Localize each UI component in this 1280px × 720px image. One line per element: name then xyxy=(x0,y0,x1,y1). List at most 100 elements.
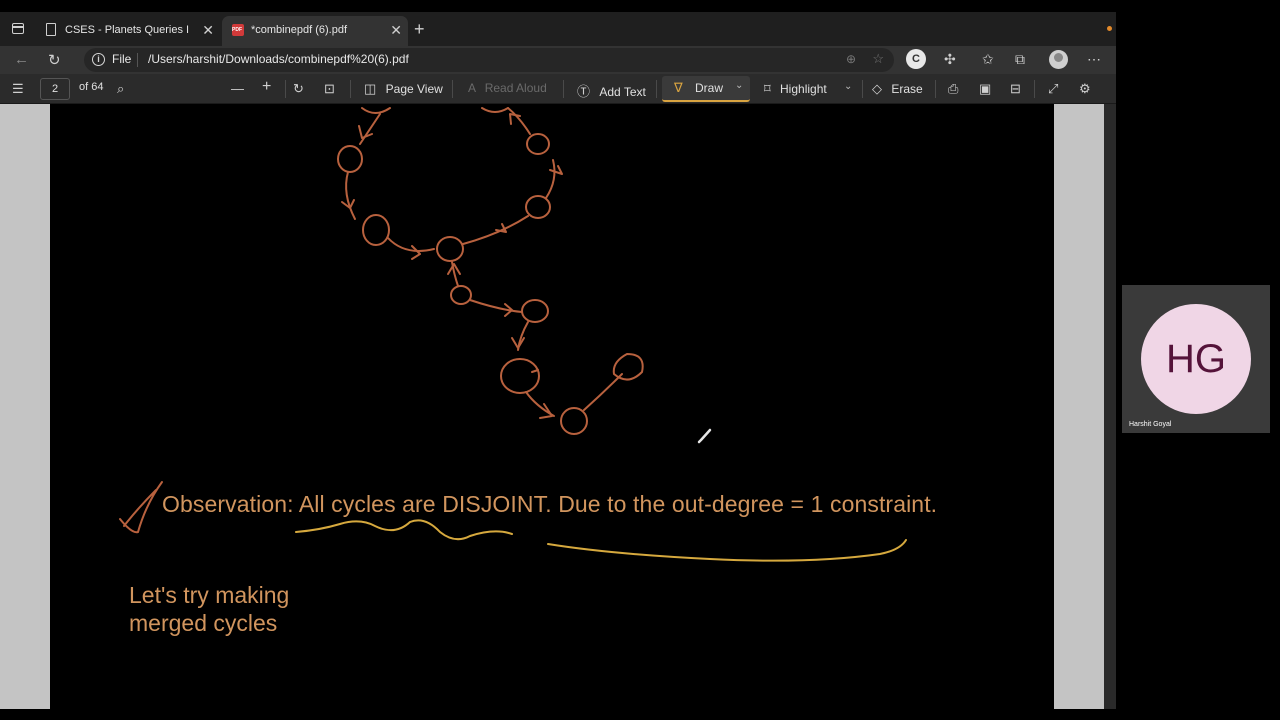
check-mark-icon xyxy=(119,481,163,534)
add-text-icon: Ⓣ xyxy=(577,84,591,99)
more-menu-icon[interactable]: ⋯ xyxy=(1087,51,1101,68)
save-as-icon[interactable]: ⊟ xyxy=(1010,81,1021,97)
divider xyxy=(452,80,453,98)
ink-node xyxy=(362,214,390,246)
close-tab-icon[interactable]: ✕ xyxy=(202,22,214,39)
close-tab-icon[interactable]: ✕ xyxy=(390,22,402,39)
url-box[interactable]: i File /Users/harshit/Downloads/combinep… xyxy=(84,48,894,72)
divider xyxy=(285,80,286,98)
divider xyxy=(1034,80,1035,98)
scheme-label: File xyxy=(112,52,132,66)
extensions-icon[interactable]: ✣ xyxy=(944,51,956,68)
ink-node xyxy=(612,353,644,381)
zoom-in-icon[interactable]: + xyxy=(262,78,271,96)
draw-label: Draw xyxy=(695,81,724,95)
url-text[interactable]: /Users/harshit/Downloads/combinepdf%20(6… xyxy=(148,52,409,66)
page-view-button[interactable]: ◫ Page View xyxy=(364,81,443,97)
chevron-down-icon[interactable]: ⌄ xyxy=(844,81,852,92)
ink-node xyxy=(481,107,509,113)
url-divider xyxy=(137,53,138,67)
divider xyxy=(563,80,564,98)
fullscreen-icon[interactable]: ⤢ xyxy=(1048,81,1058,97)
contents-icon[interactable]: ☰ xyxy=(12,81,24,97)
pen-icon: ∇ xyxy=(674,80,683,95)
ink-node xyxy=(525,195,551,219)
page-icon xyxy=(46,23,56,36)
underline-brace xyxy=(547,539,907,562)
zoom-icon[interactable]: ⊕ xyxy=(846,52,856,66)
ink-arrow xyxy=(495,223,507,233)
new-tab-icon[interactable]: + xyxy=(414,20,425,38)
ink-arrow xyxy=(549,165,563,175)
erase-label: Erase xyxy=(891,82,923,96)
observation-text: Observation: All cycles are DISJOINT. Du… xyxy=(162,491,938,517)
participant-avatar: HG xyxy=(1141,304,1251,414)
ink-arrow xyxy=(511,337,525,349)
pdf-viewer[interactable]: Observation: All cycles are DISJOINT. Du… xyxy=(0,104,1116,709)
ink-node xyxy=(361,107,391,114)
note-line: Let's try making xyxy=(129,582,290,608)
ink-node xyxy=(526,133,550,155)
ink-node xyxy=(450,285,472,305)
fit-page-icon[interactable]: ⊡ xyxy=(324,81,335,97)
divider xyxy=(350,80,351,98)
divider xyxy=(862,80,863,98)
tab-strip: CSES - Planets Queries I ✕ *combinepdf (… xyxy=(0,12,1116,46)
chevron-down-icon[interactable]: ⌄ xyxy=(735,80,743,91)
print-icon[interactable]: ⎙ xyxy=(948,81,958,97)
read-aloud-button[interactable]: A Read Aloud xyxy=(468,81,547,95)
highlight-button[interactable]: ⌑ Highlight xyxy=(764,81,827,97)
read-aloud-label: Read Aloud xyxy=(484,81,547,95)
ink-edge xyxy=(387,237,435,252)
page-view-icon: ◫ xyxy=(364,81,377,96)
add-text-button[interactable]: Ⓣ Add Text xyxy=(577,81,646,100)
add-text-label: Add Text xyxy=(599,85,646,99)
note-text: Let's try making merged cycles xyxy=(129,581,289,637)
browser-window: CSES - Planets Queries I ✕ *combinepdf (… xyxy=(0,12,1116,709)
tab-title: *combinepdf (6).pdf xyxy=(251,24,347,36)
page-number-input[interactable] xyxy=(40,78,70,100)
participant-video-tile[interactable]: HG Harshit Goyal xyxy=(1122,285,1270,433)
tab-title: CSES - Planets Queries I xyxy=(65,24,190,36)
tab-pdf[interactable]: *combinepdf (6).pdf ✕ xyxy=(222,16,408,46)
tab-actions-icon[interactable] xyxy=(12,23,24,34)
tab-cses[interactable]: CSES - Planets Queries I ✕ xyxy=(36,16,220,46)
zoom-out-icon[interactable]: — xyxy=(231,81,244,96)
pdf-icon xyxy=(232,24,244,36)
read-aloud-icon: A xyxy=(468,81,476,95)
draw-button[interactable]: ∇ Draw ⌄ xyxy=(662,76,750,102)
highlighter-icon: ⌑ xyxy=(764,81,771,96)
ink-edge xyxy=(359,113,381,145)
pdf-page[interactable]: Observation: All cycles are DISJOINT. Du… xyxy=(50,104,1054,709)
refresh-icon[interactable]: ↻ xyxy=(48,51,61,69)
erase-button[interactable]: ◇ Erase xyxy=(872,81,923,97)
settings-gear-icon[interactable]: ⚙ xyxy=(1079,81,1091,97)
page-view-label: Page View xyxy=(385,82,443,96)
ink-node xyxy=(500,358,540,394)
pen-cursor-icon xyxy=(697,428,712,444)
back-arrow-icon[interactable]: ← xyxy=(14,51,29,68)
ink-node xyxy=(436,236,464,262)
ink-edge xyxy=(545,159,556,199)
ink-edge xyxy=(469,299,523,313)
save-icon[interactable]: ▣ xyxy=(979,81,991,97)
profile-avatar[interactable] xyxy=(1049,50,1068,69)
address-bar: ← ↻ i File /Users/harshit/Downloads/comb… xyxy=(0,46,1116,74)
page-total: of 64 xyxy=(79,81,104,93)
scrollbar[interactable] xyxy=(1104,104,1116,709)
ink-mark xyxy=(531,369,539,373)
search-icon[interactable]: ⌕ xyxy=(117,81,124,97)
info-icon[interactable]: i xyxy=(92,53,105,66)
collections-icon[interactable]: ⧉ xyxy=(1015,51,1025,68)
ink-node xyxy=(521,299,549,323)
participant-name: Harshit Goyal xyxy=(1129,421,1172,428)
add-favorite-icon[interactable]: ☆ xyxy=(872,51,884,67)
underline-squiggle xyxy=(295,519,513,541)
extension-c-icon[interactable]: C xyxy=(906,49,926,69)
ink-edge xyxy=(583,373,623,411)
ink-node xyxy=(560,407,588,435)
rotate-icon[interactable]: ↻ xyxy=(293,81,304,97)
highlight-label: Highlight xyxy=(780,82,827,96)
favorites-icon[interactable]: ✩ xyxy=(982,51,994,68)
eraser-icon: ◇ xyxy=(872,81,882,96)
